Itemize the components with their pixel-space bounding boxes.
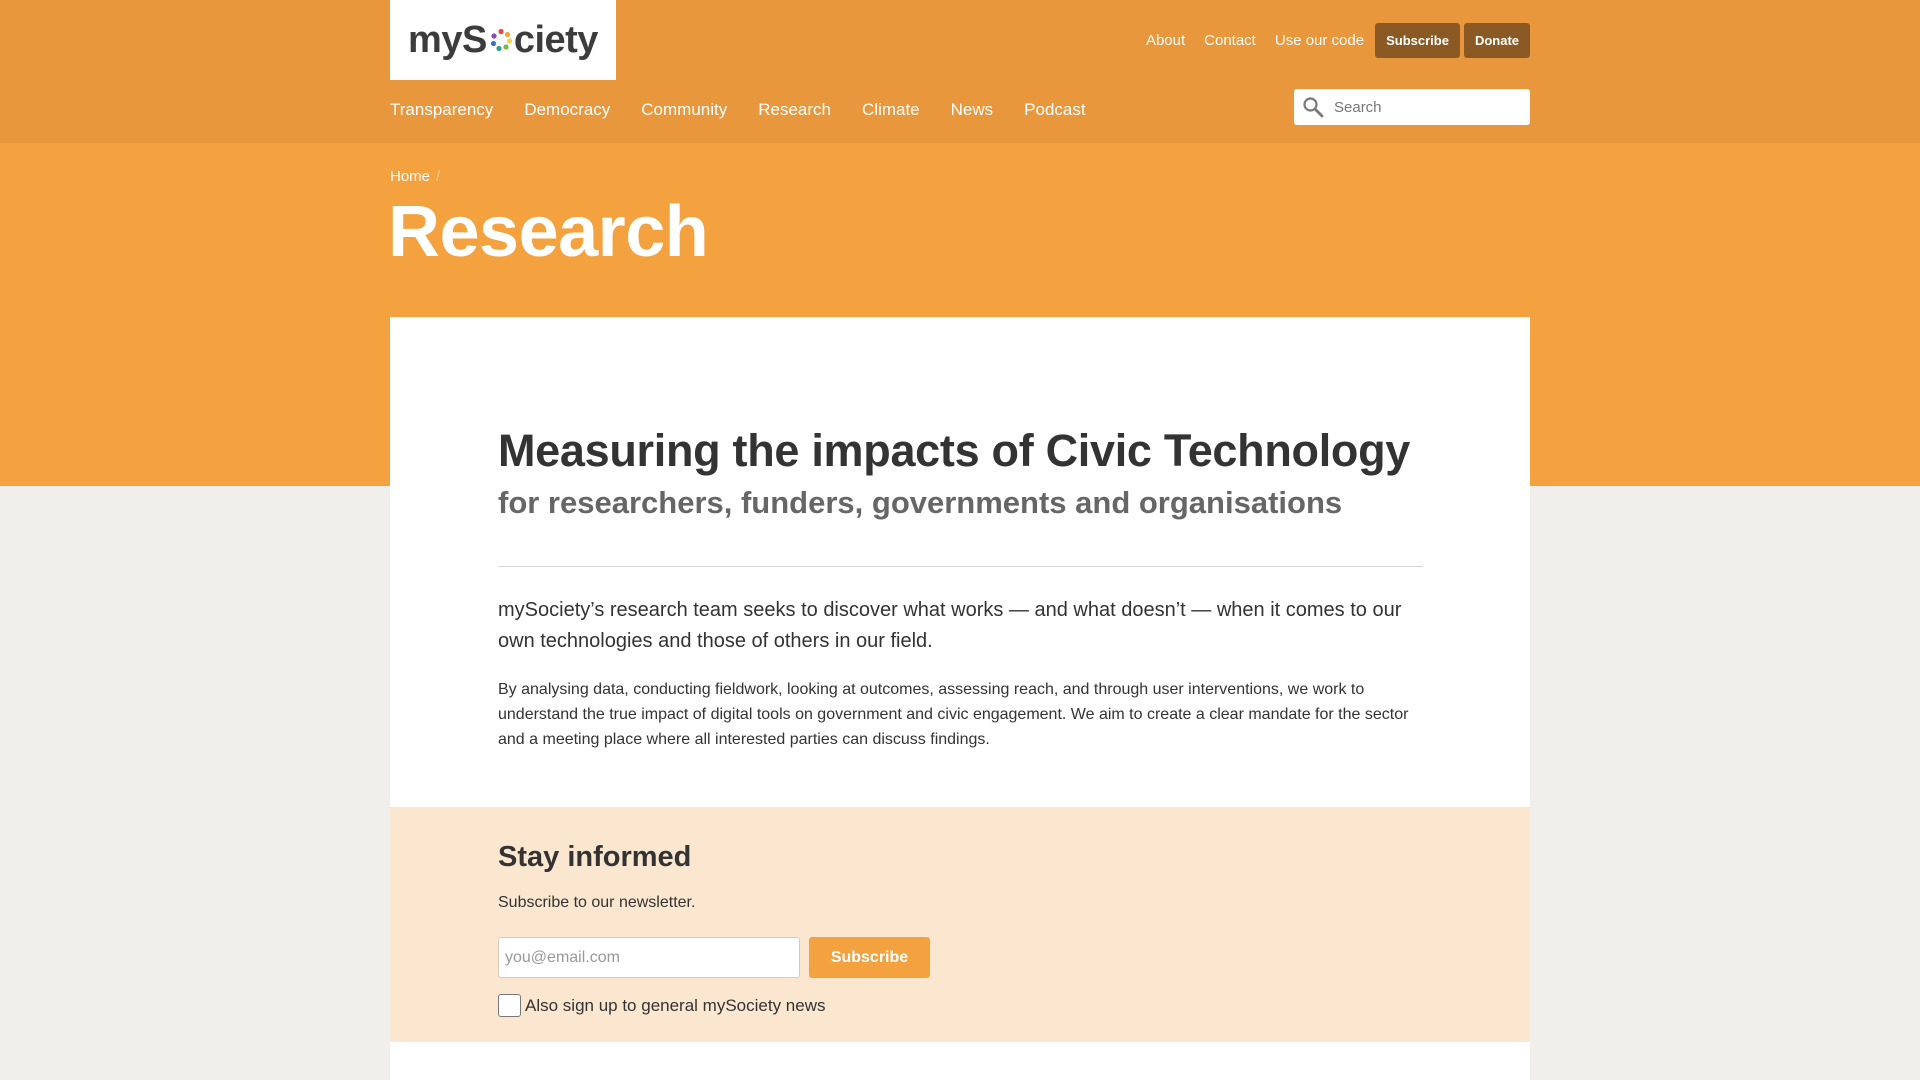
- newsletter-description: Subscribe to our newsletter.: [498, 894, 696, 911]
- subscribe-button[interactable]: Subscribe: [1375, 23, 1460, 58]
- site-header: myS ciety About Contact Use our code Sub…: [0, 0, 1920, 143]
- nav-climate[interactable]: Climate: [862, 100, 920, 120]
- breadcrumb: Home /: [390, 168, 440, 185]
- newsletter-section: Stay informed Subscribe to our newslette…: [390, 807, 1530, 1042]
- top-link-about[interactable]: About: [1146, 32, 1185, 49]
- logo-text-end: ciety: [513, 18, 599, 61]
- page-continuation: [390, 1042, 1530, 1080]
- newsletter-subscribe-button[interactable]: Subscribe: [809, 937, 930, 978]
- nav-community[interactable]: Community: [641, 100, 727, 120]
- nav-news[interactable]: News: [951, 100, 994, 120]
- email-field[interactable]: [498, 937, 800, 978]
- nav-research[interactable]: Research: [758, 100, 831, 120]
- breadcrumb-separator: /: [436, 168, 441, 185]
- lede-paragraph: mySociety’s research team seeks to disco…: [498, 599, 1402, 652]
- breadcrumb-home[interactable]: Home: [390, 168, 430, 185]
- nav-transparency[interactable]: Transparency: [390, 100, 493, 120]
- newsletter-title: Stay informed: [498, 841, 692, 873]
- general-news-checkbox[interactable]: [498, 994, 521, 1017]
- utility-nav: About Contact Use our code Subscribe Don…: [1127, 23, 1530, 58]
- donate-button[interactable]: Donate: [1463, 23, 1530, 58]
- mysociety-logo: myS ciety: [408, 19, 598, 62]
- top-link-contact[interactable]: Contact: [1204, 32, 1256, 49]
- search-box: [1294, 89, 1530, 125]
- content-card: Measuring the impacts of Civic Technolog…: [390, 317, 1530, 807]
- divider: [498, 566, 1423, 567]
- logo-o-dots-icon: [490, 28, 512, 52]
- general-news-option: Also sign up to general mySociety news: [498, 994, 826, 1017]
- article-subheading: for researchers, funders, governments an…: [498, 485, 1343, 520]
- body-paragraph: By analysing data, conducting fieldwork,…: [498, 681, 1409, 748]
- search-icon[interactable]: [1302, 96, 1324, 118]
- page-title: Research: [388, 192, 709, 272]
- nav-democracy[interactable]: Democracy: [524, 100, 610, 120]
- logo-link[interactable]: myS ciety: [390, 0, 616, 80]
- general-news-label[interactable]: Also sign up to general mySociety news: [525, 996, 826, 1016]
- logo-text-start: myS: [408, 18, 487, 61]
- search-input[interactable]: [1332, 97, 1512, 117]
- top-link-use-our-code[interactable]: Use our code: [1275, 32, 1364, 49]
- article-heading: Measuring the impacts of Civic Technolog…: [498, 425, 1411, 476]
- main-nav: Transparency Democracy Community Researc…: [390, 100, 1117, 120]
- nav-podcast[interactable]: Podcast: [1024, 100, 1085, 120]
